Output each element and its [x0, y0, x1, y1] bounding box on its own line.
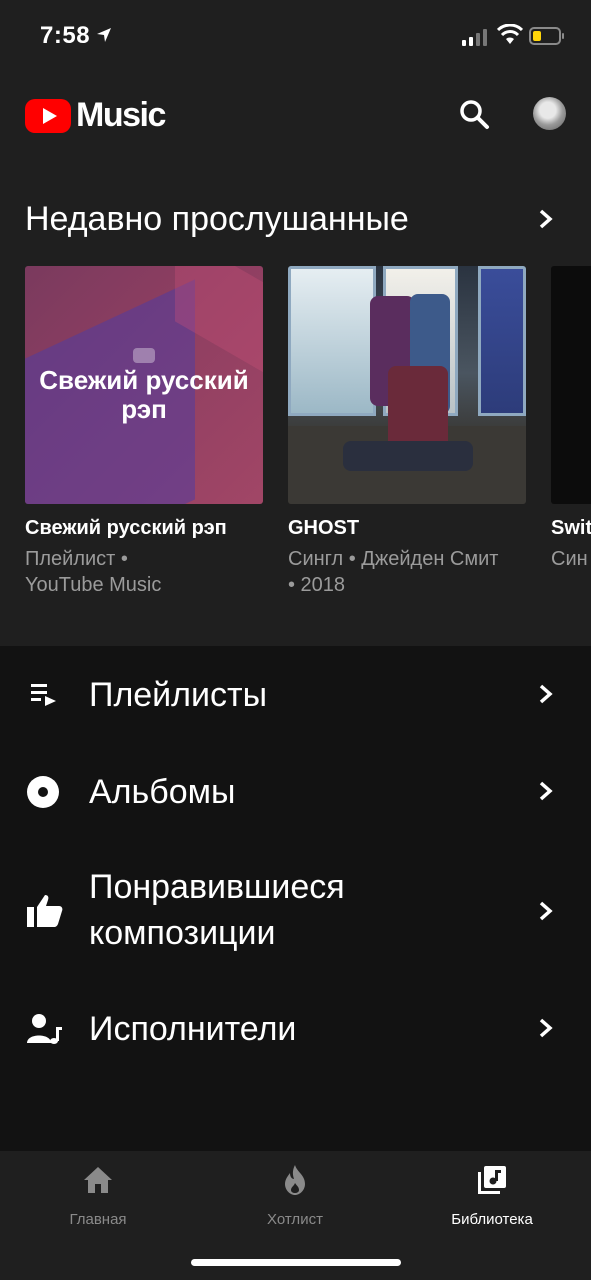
tab-label: Библиотека: [451, 1211, 533, 1228]
recent-card-playlist[interactable]: Свежий русский рэп Свежий русский рэп Пл…: [25, 266, 263, 598]
recent-card-partial[interactable]: Swit Син: [551, 266, 591, 572]
home-indicator[interactable]: [191, 1259, 401, 1266]
account-avatar[interactable]: [533, 97, 566, 130]
album-icon: [27, 776, 59, 808]
app-header: Music: [0, 72, 591, 158]
playlist-icon: [31, 684, 56, 706]
card-title: Свежий русский рэп: [25, 517, 227, 539]
card-subtitle: Плейлист • YouTube Music: [25, 548, 162, 596]
home-icon: [84, 1167, 112, 1193]
youtube-watermark-icon: [133, 348, 155, 363]
single-cover-photo: [288, 266, 526, 504]
library-item-label: Альбомы: [89, 773, 236, 811]
library-item-artists[interactable]: Исполнители: [0, 1004, 591, 1054]
logo-wordmark: Music: [76, 96, 166, 134]
card-subtitle: Син: [551, 548, 588, 570]
artist-icon: [27, 1014, 62, 1044]
tab-label: Главная: [69, 1211, 127, 1228]
chevron-right-icon: [539, 781, 553, 801]
library-item-playlists[interactable]: Плейлисты: [0, 670, 591, 720]
chevron-right-icon: [539, 1018, 553, 1038]
card-subtitle: Сингл • Джейден Смит • 2018: [288, 548, 499, 596]
library-item-liked-songs[interactable]: Понравившиеся композиции: [0, 864, 591, 960]
wifi-icon: [497, 24, 523, 44]
library-item-albums[interactable]: Альбомы: [0, 767, 591, 817]
battery-icon: [529, 27, 564, 45]
recent-card-single[interactable]: GHOST Сингл • Джейден Смит • 2018: [288, 266, 526, 598]
location-arrow-icon: [97, 28, 111, 42]
cover-art: [551, 266, 591, 504]
tab-label: Хотлист: [267, 1211, 323, 1228]
flame-icon: [285, 1165, 305, 1195]
youtube-music-logo[interactable]: Music: [25, 96, 166, 135]
playlist-cover-art: Свежий русский рэп: [25, 266, 263, 504]
card-title: GHOST: [288, 517, 360, 539]
cellular-signal-icon: [462, 28, 487, 46]
youtube-play-logo-icon: [25, 98, 71, 133]
library-item-label: Понравившиеся композиции: [89, 868, 345, 952]
tab-library[interactable]: Библиотека: [412, 1163, 572, 1228]
chevron-right-icon[interactable]: [536, 208, 556, 230]
tab-hotlist[interactable]: Хотлист: [215, 1163, 375, 1228]
library-item-label: Исполнители: [89, 1010, 297, 1048]
search-icon[interactable]: [456, 96, 492, 132]
library-list: Плейлисты Альбомы Понравившиеся композиц…: [0, 646, 591, 1151]
card-title: Swit: [551, 517, 591, 539]
chevron-right-icon: [539, 901, 553, 921]
chevron-right-icon: [539, 684, 553, 704]
status-time: 7:58: [40, 22, 91, 49]
cover-art-title: Свежий русский рэп: [39, 365, 249, 424]
library-icon: [478, 1166, 506, 1194]
status-bar: 7:58: [0, 0, 591, 72]
tab-home[interactable]: Главная: [18, 1163, 178, 1228]
library-item-label: Плейлисты: [89, 676, 268, 714]
recently-played-section: Недавно прослушанные Свежий русский рэп …: [0, 158, 591, 646]
thumb-up-icon: [27, 895, 63, 927]
section-title: Недавно прослушанные: [25, 200, 409, 238]
